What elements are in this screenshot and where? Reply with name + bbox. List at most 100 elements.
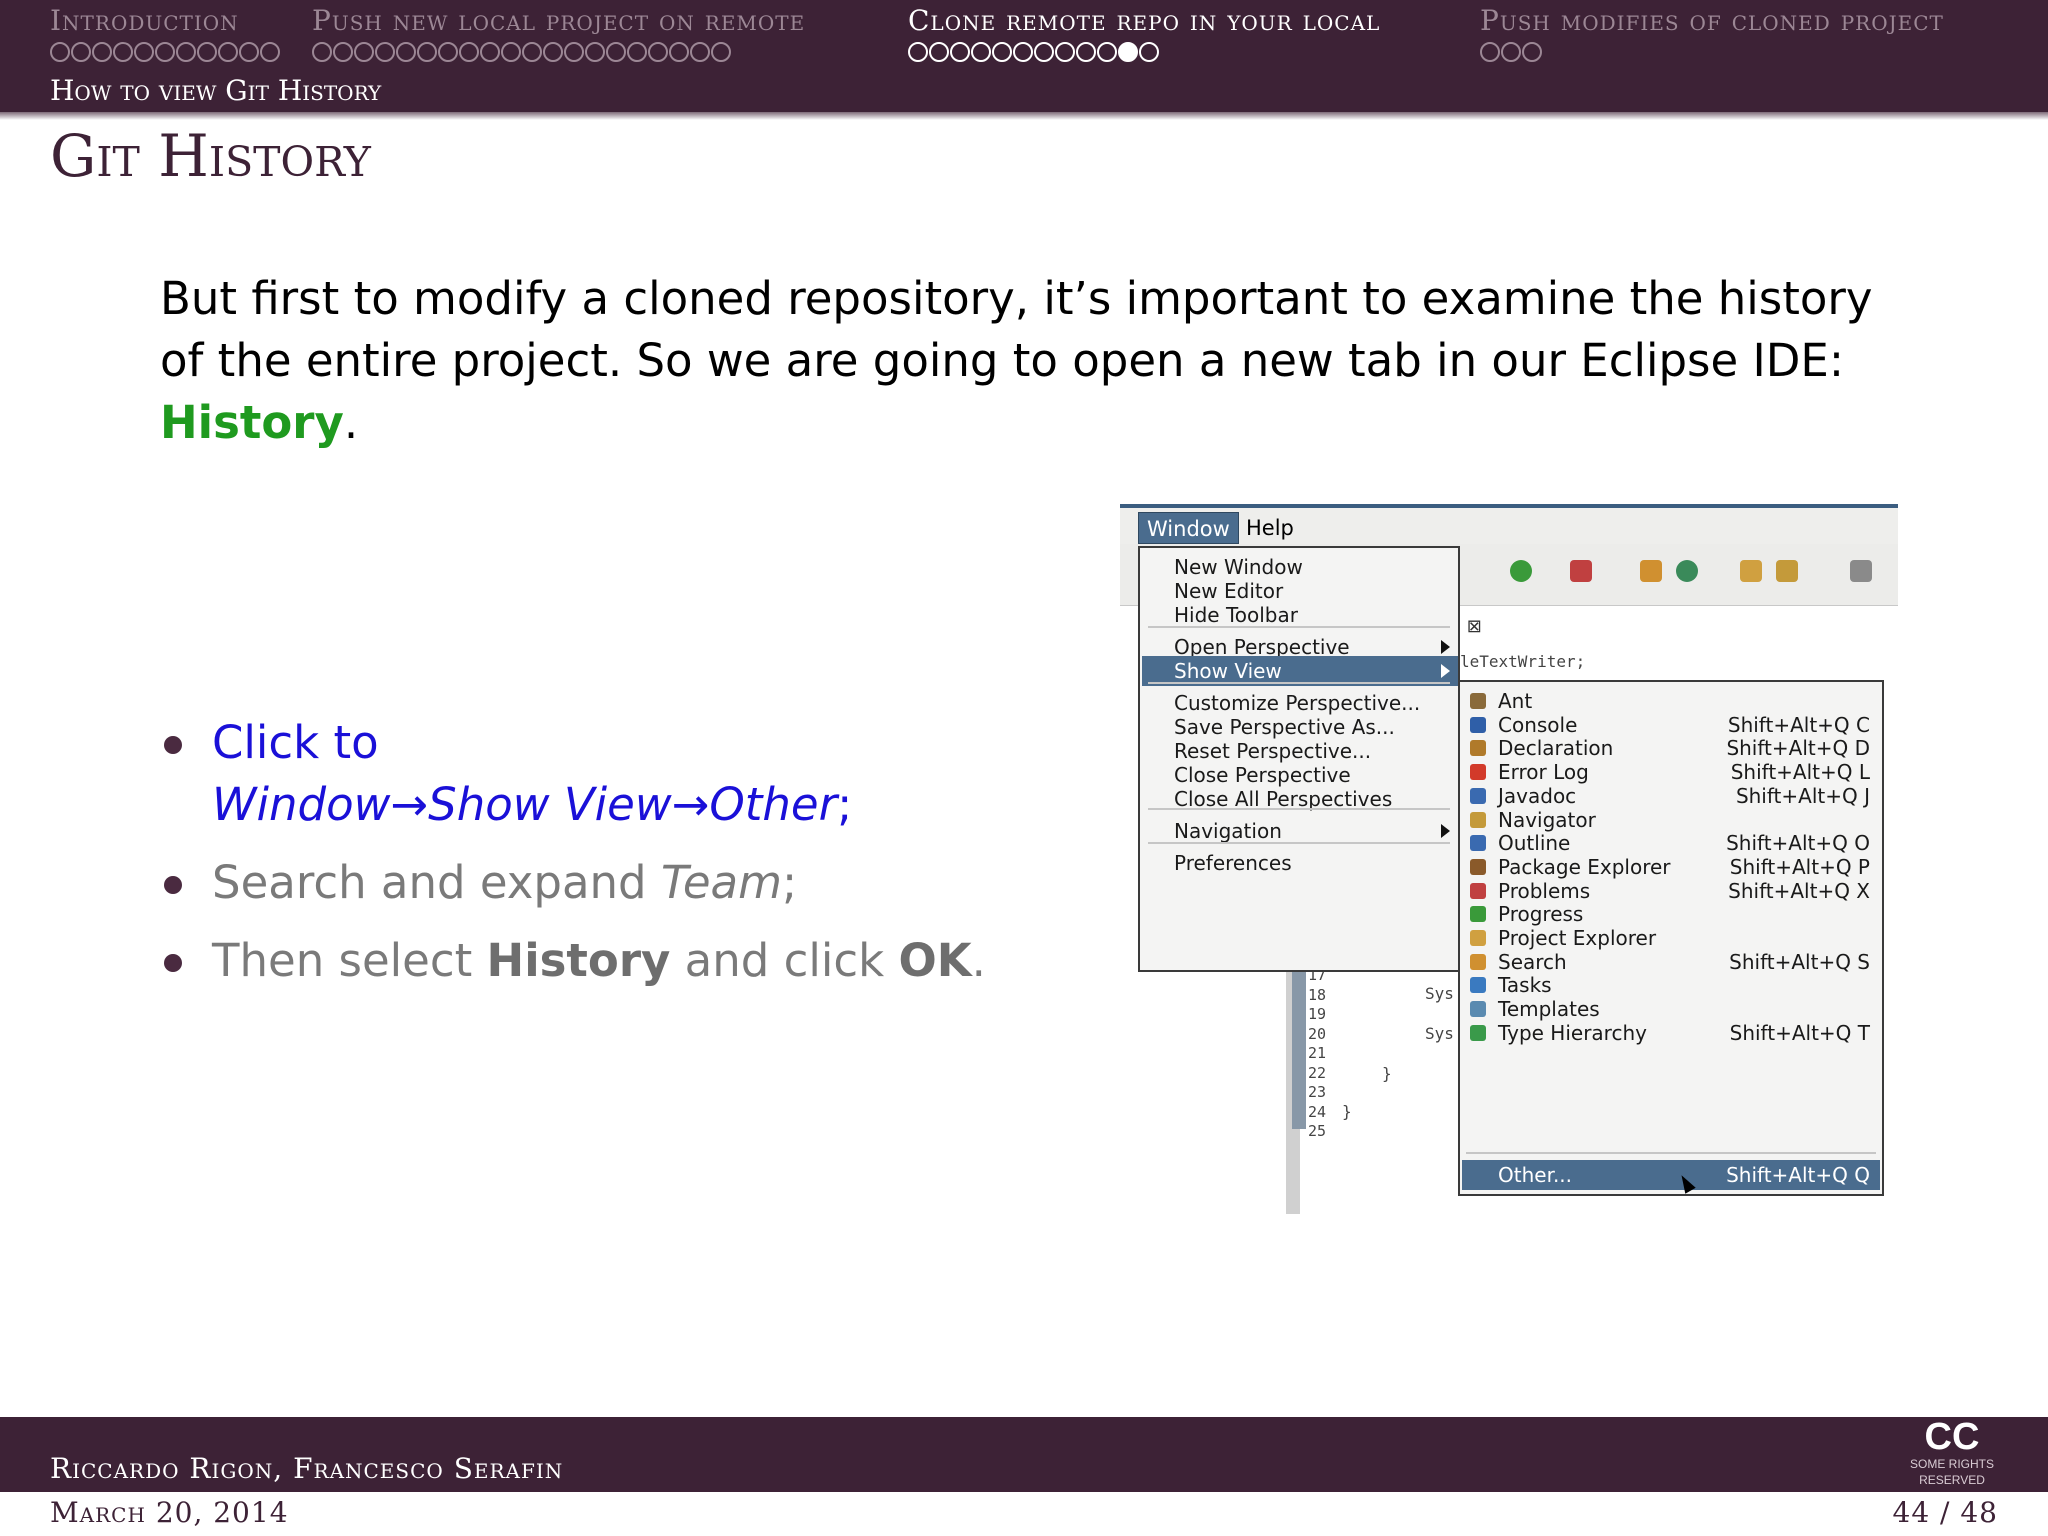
nav-dot[interactable] bbox=[1480, 42, 1500, 62]
nav-section-push-modifies[interactable]: Push modifies of cloned project bbox=[1480, 4, 1944, 37]
nav-dot[interactable] bbox=[113, 42, 133, 62]
nav-dot[interactable] bbox=[1097, 42, 1117, 62]
nav-dot[interactable] bbox=[396, 42, 416, 62]
pin-icon[interactable] bbox=[1850, 560, 1872, 582]
intro-text: But first to modify a cloned repository,… bbox=[160, 272, 1873, 387]
nav-dot[interactable] bbox=[501, 42, 521, 62]
window-menu-item[interactable]: Preferences bbox=[1142, 848, 1458, 878]
bullet-3-c: and click bbox=[670, 934, 899, 987]
nav-dot[interactable] bbox=[417, 42, 437, 62]
nav-dot[interactable] bbox=[1076, 42, 1096, 62]
view-icon bbox=[1470, 882, 1486, 899]
nav-dot[interactable] bbox=[354, 42, 374, 62]
show-view-item[interactable]: Other... Shift+Alt+Q Q bbox=[1462, 1160, 1880, 1190]
nav-dot[interactable] bbox=[585, 42, 605, 62]
nav-dot[interactable] bbox=[669, 42, 689, 62]
bullet-click-window: Click to Window→Show View→Other; bbox=[160, 712, 1060, 836]
view-icon bbox=[1470, 787, 1486, 804]
menu-separator bbox=[1466, 1152, 1876, 1154]
nav-dot[interactable] bbox=[218, 42, 238, 62]
nav-section-clone[interactable]: Clone remote repo in your local bbox=[908, 4, 1380, 37]
nav-dot[interactable] bbox=[92, 42, 112, 62]
search-icon[interactable] bbox=[1776, 560, 1798, 582]
show-view-item[interactable]: Type Hierarchy Shift+Alt+Q T bbox=[1462, 1018, 1880, 1048]
run-icon[interactable] bbox=[1510, 560, 1532, 582]
view-item-shortcut: Shift+Alt+Q Q bbox=[1726, 1163, 1870, 1187]
nav-dot[interactable] bbox=[459, 42, 479, 62]
nav-dot[interactable] bbox=[711, 42, 731, 62]
view-icon bbox=[1470, 811, 1486, 828]
nav-dot[interactable] bbox=[197, 42, 217, 62]
menu-item-label: Navigation bbox=[1174, 819, 1282, 843]
nav-dot[interactable] bbox=[1139, 42, 1159, 62]
nav-dot[interactable] bbox=[438, 42, 458, 62]
nav-dot[interactable] bbox=[375, 42, 395, 62]
nav-dot[interactable] bbox=[480, 42, 500, 62]
bullet-3-ok: OK bbox=[898, 934, 972, 987]
header-shadow bbox=[0, 112, 2048, 120]
view-icon bbox=[1470, 740, 1486, 757]
nav-dot[interactable] bbox=[950, 42, 970, 62]
view-item-shortcut: Shift+Alt+Q T bbox=[1729, 1020, 1870, 1045]
menu-item-label: Preferences bbox=[1174, 851, 1292, 875]
nav-dot[interactable] bbox=[627, 42, 647, 62]
bullet-2-prefix: Search and expand bbox=[212, 856, 661, 909]
nav-dot[interactable] bbox=[543, 42, 563, 62]
nav-dot[interactable] bbox=[1522, 42, 1542, 62]
nav-dots-push-modifies bbox=[1480, 42, 1542, 62]
nav-dot[interactable] bbox=[134, 42, 154, 62]
nav-dot[interactable] bbox=[260, 42, 280, 62]
nav-section-push-new[interactable]: Push new local project on remote bbox=[312, 4, 805, 37]
menu-item-label: Show View bbox=[1174, 659, 1282, 683]
nav-dot[interactable] bbox=[50, 42, 70, 62]
view-icon bbox=[1470, 953, 1486, 970]
nav-section-introduction[interactable]: Introduction bbox=[50, 4, 239, 37]
nav-dots-introduction bbox=[50, 42, 280, 62]
menu-item-label: Hide Toolbar bbox=[1174, 603, 1298, 627]
new-class-icon[interactable] bbox=[1640, 560, 1662, 582]
nav-dot[interactable] bbox=[564, 42, 584, 62]
nav-dot[interactable] bbox=[1013, 42, 1033, 62]
creative-commons-logo: CC SOME RIGHTS RESERVED bbox=[1884, 1418, 2020, 1487]
nav-dot[interactable] bbox=[992, 42, 1012, 62]
nav-dot[interactable] bbox=[648, 42, 668, 62]
nav-dot[interactable] bbox=[1501, 42, 1521, 62]
nav-dot[interactable] bbox=[71, 42, 91, 62]
code-sys-1: Sys bbox=[1425, 984, 1454, 1003]
nav-dot[interactable] bbox=[239, 42, 259, 62]
open-folder-icon[interactable] bbox=[1740, 560, 1762, 582]
nav-dot[interactable] bbox=[1118, 42, 1138, 62]
nav-dot[interactable] bbox=[690, 42, 710, 62]
header-bar: Introduction Push new local project on r… bbox=[0, 0, 2048, 112]
code-brace-1: } bbox=[1382, 1064, 1392, 1083]
instruction-list: Click to Window→Show View→Other; Search … bbox=[160, 712, 1060, 1008]
bullet-select-history: Then select History and click OK. bbox=[160, 930, 1060, 992]
debug-icon[interactable] bbox=[1570, 560, 1592, 582]
nav-dot[interactable] bbox=[312, 42, 332, 62]
view-icon bbox=[1470, 930, 1486, 946]
footer-authors: Riccardo Rigon, Francesco Serafin bbox=[50, 1452, 564, 1485]
nav-dot[interactable] bbox=[971, 42, 991, 62]
frame-title: Git History bbox=[50, 122, 371, 190]
line-numbers: 17 18 19 20 21 22 23 24 25 bbox=[1308, 966, 1327, 1140]
submenu-arrow-icon bbox=[1441, 824, 1450, 838]
view-icon bbox=[1470, 1024, 1486, 1041]
nav-dot[interactable] bbox=[333, 42, 353, 62]
nav-dot[interactable] bbox=[606, 42, 626, 62]
refresh-icon[interactable] bbox=[1676, 560, 1698, 582]
menu-help[interactable]: Help bbox=[1238, 512, 1302, 544]
bullet-dot bbox=[164, 876, 182, 894]
nav-dot[interactable] bbox=[155, 42, 175, 62]
menu-window[interactable]: Window bbox=[1138, 512, 1239, 544]
nav-dot[interactable] bbox=[1034, 42, 1054, 62]
menu-separator bbox=[1148, 682, 1450, 684]
nav-dot[interactable] bbox=[522, 42, 542, 62]
nav-dot[interactable] bbox=[929, 42, 949, 62]
menu-separator bbox=[1148, 626, 1450, 628]
nav-dot[interactable] bbox=[908, 42, 928, 62]
view-icon bbox=[1470, 906, 1486, 923]
nav-dot[interactable] bbox=[1055, 42, 1075, 62]
show-view-submenu: Ant Console Shift+Alt+Q C Declaration Shift+… bbox=[1458, 680, 1884, 1196]
view-icon bbox=[1470, 1001, 1486, 1018]
nav-dot[interactable] bbox=[176, 42, 196, 62]
